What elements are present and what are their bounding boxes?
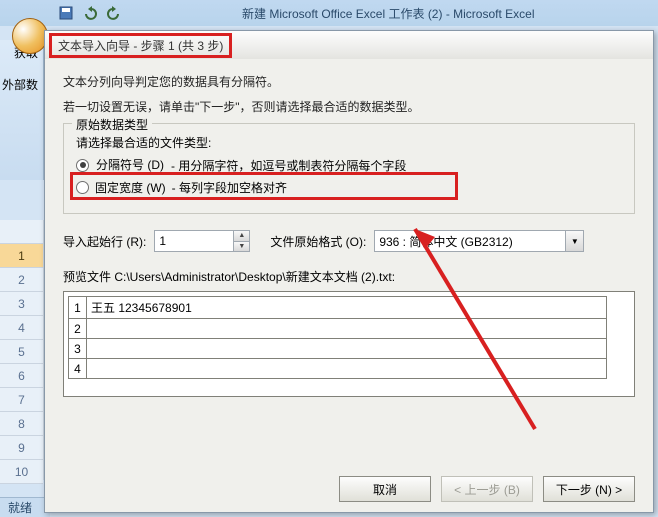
window-title: 新建 Microsoft Office Excel 工作表 (2) - Micr… bbox=[242, 5, 535, 22]
statusbar-text: 就绪 bbox=[8, 499, 32, 516]
dialog-title: 文本导入向导 - 步骤 1 (共 3 步) bbox=[49, 33, 232, 58]
radio-fixed-width-desc: - 每列字段加空格对齐 bbox=[172, 179, 287, 196]
row-header[interactable]: 5 bbox=[0, 340, 43, 364]
start-row-label: 导入起始行 (R): bbox=[63, 233, 146, 250]
preview-row: 2 bbox=[69, 319, 607, 339]
radio-delimited-desc: - 用分隔字符，如逗号或制表符分隔每个字段 bbox=[171, 157, 406, 174]
cancel-button[interactable]: 取消 bbox=[339, 476, 431, 502]
radio-delimited[interactable] bbox=[76, 159, 89, 172]
next-button[interactable]: 下一步 (N) > bbox=[543, 476, 635, 502]
dialog-titlebar: 文本导入向导 - 步骤 1 (共 3 步) bbox=[45, 31, 653, 59]
preview-row: 3 bbox=[69, 339, 607, 359]
ribbon-side: 获取 外部数 bbox=[0, 40, 44, 180]
row-header-corner[interactable] bbox=[0, 220, 43, 244]
spin-up-icon[interactable]: ▲ bbox=[233, 231, 249, 242]
preview-box: 1王五 12345678901 2 3 4 bbox=[63, 291, 635, 397]
row-header[interactable]: 10 bbox=[0, 460, 43, 484]
preview-cell bbox=[87, 339, 607, 359]
chevron-down-icon[interactable]: ▼ bbox=[565, 231, 583, 251]
preview-row: 4 bbox=[69, 359, 607, 379]
preview-cell bbox=[87, 359, 607, 379]
file-origin-combo[interactable]: 936 : 简体中文 (GB2312) ▼ bbox=[374, 230, 584, 252]
original-data-type-group: 原始数据类型 请选择最合适的文件类型: 分隔符号 (D) - 用分隔字符，如逗号… bbox=[63, 123, 635, 214]
preview-row: 1王五 12345678901 bbox=[69, 297, 607, 319]
radio-delimited-label: 分隔符号 (D) bbox=[95, 156, 165, 174]
ribbon-group-label2: 外部数 bbox=[2, 76, 38, 93]
statusbar: 就绪 bbox=[0, 497, 50, 517]
office-button[interactable] bbox=[12, 18, 48, 54]
text-import-wizard-dialog: 文本导入向导 - 步骤 1 (共 3 步) 文本分列向导判定您的数据具有分隔符。… bbox=[44, 30, 654, 513]
save-icon[interactable] bbox=[58, 5, 74, 21]
row-header[interactable]: 1 bbox=[0, 244, 43, 268]
row-header[interactable]: 6 bbox=[0, 364, 43, 388]
preview-cell: 王五 12345678901 bbox=[87, 297, 607, 319]
row-header[interactable]: 9 bbox=[0, 436, 43, 460]
quick-access-toolbar bbox=[58, 5, 122, 21]
radio-fixed-width-label: 固定宽度 (W) bbox=[95, 179, 166, 196]
start-row-input[interactable]: 1 ▲ ▼ bbox=[154, 230, 250, 252]
intro-text-2: 若一切设置无误，请单击"下一步"，否则请选择最合适的数据类型。 bbox=[63, 98, 635, 115]
radio-fixed-width[interactable] bbox=[76, 181, 89, 194]
row-header[interactable]: 2 bbox=[0, 268, 43, 292]
row-header[interactable]: 4 bbox=[0, 316, 43, 340]
start-row-value: 1 bbox=[159, 234, 166, 248]
group-title: 原始数据类型 bbox=[72, 116, 152, 133]
undo-icon[interactable] bbox=[82, 5, 98, 21]
origin-label: 文件原始格式 (O): bbox=[270, 233, 366, 250]
radio-delimited-row[interactable]: 分隔符号 (D) - 用分隔字符，如逗号或制表符分隔每个字段 bbox=[76, 156, 622, 174]
file-origin-value: 936 : 简体中文 (GB2312) bbox=[379, 233, 512, 250]
row-header[interactable]: 8 bbox=[0, 412, 43, 436]
radio-fixed-width-row[interactable]: 固定宽度 (W) - 每列字段加空格对齐 bbox=[76, 179, 622, 196]
sheet-row-headers: 1 2 3 4 5 6 7 8 9 10 bbox=[0, 220, 44, 480]
intro-text-1: 文本分列向导判定您的数据具有分隔符。 bbox=[63, 73, 635, 90]
preview-cell bbox=[87, 319, 607, 339]
row-header[interactable]: 7 bbox=[0, 388, 43, 412]
excel-titlebar: 新建 Microsoft Office Excel 工作表 (2) - Micr… bbox=[0, 0, 658, 26]
back-button: < 上一步 (B) bbox=[441, 476, 533, 502]
choose-label: 请选择最合适的文件类型: bbox=[76, 134, 622, 151]
preview-label: 预览文件 C:\Users\Administrator\Desktop\新建文本… bbox=[63, 268, 635, 285]
spin-down-icon[interactable]: ▼ bbox=[233, 242, 249, 252]
row-header[interactable]: 3 bbox=[0, 292, 43, 316]
redo-icon[interactable] bbox=[106, 5, 122, 21]
